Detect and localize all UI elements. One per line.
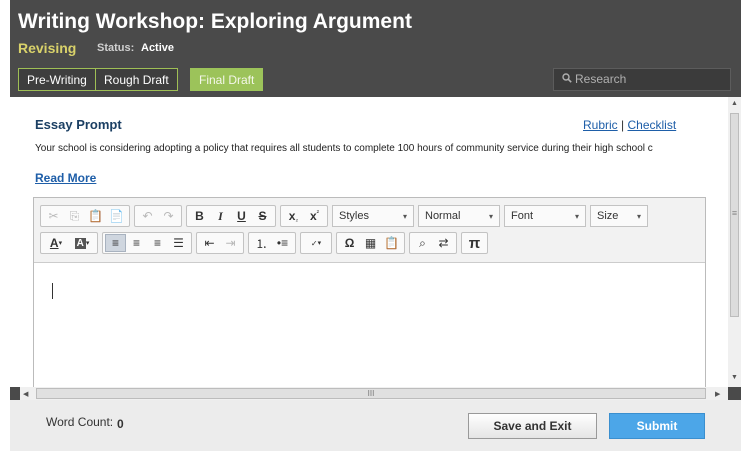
- editor-text-area[interactable]: [34, 262, 705, 387]
- bulleted-list-icon[interactable]: •≡: [272, 234, 293, 252]
- math-icon[interactable]: π: [464, 234, 485, 252]
- insert-group: Ω ▦ 📋: [336, 232, 405, 254]
- paste-word-icon[interactable]: 📋: [381, 234, 402, 252]
- format-dropdown[interactable]: Normal ▾: [418, 205, 500, 227]
- scroll-down-icon[interactable]: ▼: [731, 374, 738, 381]
- footer-bar: Word Count: 0 Save and Exit Submit: [10, 400, 741, 451]
- numbered-list-icon[interactable]: ⒈: [251, 234, 272, 252]
- rich-text-editor: ✂ ⎘ 📋 📄 ↶ ↷ B I U S x₂ x² Styles ▾ Norma…: [33, 197, 706, 387]
- scroll-up-icon[interactable]: ▲: [731, 100, 738, 107]
- grip-icon: III: [367, 389, 375, 398]
- align-center-icon[interactable]: ≡: [126, 234, 147, 252]
- chevron-down-icon: ▾: [574, 211, 579, 221]
- undo-icon[interactable]: ↶: [137, 207, 158, 225]
- redo-icon[interactable]: ↷: [158, 207, 179, 225]
- toolbar-row-2: A ▾ A ▾ ≡ ≡ ≡ ☰ ⇤ ⇥ ⒈ •≡ ✓ ▾ Ω ▦ 📋 ⌕ ⇄ π: [40, 231, 488, 255]
- math-group: π: [461, 232, 488, 254]
- indent-icon[interactable]: ⇥: [220, 234, 241, 252]
- grip-icon: ≡: [731, 208, 738, 218]
- special-character-icon[interactable]: Ω: [339, 234, 360, 252]
- vertical-scroll-thumb[interactable]: ≡: [730, 113, 739, 317]
- prompt-title: Essay Prompt: [35, 117, 122, 132]
- research-placeholder: Research: [575, 72, 627, 86]
- stage-label: Revising: [18, 40, 77, 56]
- basic-styles-group: B I U S: [186, 205, 276, 227]
- chevron-down-icon: ▾: [488, 211, 493, 221]
- paste-icon[interactable]: 📋: [85, 207, 106, 225]
- clipboard-group: ✂ ⎘ 📋 📄: [40, 205, 130, 227]
- chevron-down-icon: ▾: [636, 211, 641, 221]
- rubric-link[interactable]: Rubric: [583, 118, 618, 132]
- app-frame: Writing Workshop: Exploring Argument Rev…: [10, 0, 741, 451]
- chevron-down-icon: ▾: [402, 211, 407, 221]
- link-separator: |: [621, 118, 625, 132]
- text-caret: [52, 283, 53, 299]
- align-left-icon[interactable]: ≡: [105, 234, 126, 252]
- bold-button[interactable]: B: [189, 207, 210, 225]
- subscript-icon[interactable]: x₂: [283, 207, 304, 225]
- color-group: A ▾ A ▾: [40, 232, 98, 254]
- spellcheck-icon[interactable]: ✓ ▾: [303, 234, 329, 252]
- page-title: Writing Workshop: Exploring Argument: [18, 10, 412, 33]
- tab-pre-writing[interactable]: Pre-Writing: [18, 68, 96, 91]
- status-label: Status:: [97, 42, 135, 54]
- research-search[interactable]: Research: [553, 68, 731, 91]
- styles-dropdown[interactable]: Styles ▾: [332, 205, 414, 227]
- align-group: ≡ ≡ ≡ ☰: [102, 232, 192, 254]
- checklist-link[interactable]: Checklist: [628, 118, 677, 132]
- table-icon[interactable]: ▦: [360, 234, 381, 252]
- vertical-scrollbar[interactable]: ▲ ≡ ▼: [728, 97, 741, 387]
- script-group: x₂ x²: [280, 205, 328, 227]
- horizontal-scroll-thumb[interactable]: III: [36, 388, 706, 399]
- search-icon: [562, 69, 572, 90]
- read-more-link[interactable]: Read More: [35, 171, 96, 185]
- text-color-icon[interactable]: A ▾: [43, 234, 69, 252]
- align-justify-icon[interactable]: ☰: [168, 234, 189, 252]
- list-group: ⒈ •≡: [248, 232, 296, 254]
- underline-button[interactable]: U: [231, 207, 252, 225]
- word-count-label: Word Count:: [46, 415, 114, 429]
- replace-icon[interactable]: ⇄: [433, 234, 454, 252]
- outdent-icon[interactable]: ⇤: [199, 234, 220, 252]
- font-dropdown[interactable]: Font ▾: [504, 205, 586, 227]
- indent-group: ⇤ ⇥: [196, 232, 244, 254]
- italic-button[interactable]: I: [210, 207, 231, 225]
- history-group: ↶ ↷: [134, 205, 182, 227]
- status-value: Active: [141, 42, 175, 54]
- tab-rough-draft[interactable]: Rough Draft: [95, 68, 178, 91]
- save-and-exit-button[interactable]: Save and Exit: [468, 413, 597, 439]
- paste-text-icon[interactable]: 📄: [106, 207, 127, 225]
- scroll-right-icon[interactable]: ▶: [715, 390, 720, 398]
- toolbar-row-1: ✂ ⎘ 📋 📄 ↶ ↷ B I U S x₂ x² Styles ▾ Norma…: [40, 204, 648, 228]
- strikethrough-button[interactable]: S: [252, 207, 273, 225]
- horizontal-scrollbar[interactable]: ◀ III ▶: [20, 387, 728, 400]
- superscript-icon[interactable]: x²: [304, 207, 325, 225]
- align-right-icon[interactable]: ≡: [147, 234, 168, 252]
- submit-button[interactable]: Submit: [609, 413, 705, 439]
- spellcheck-group: ✓ ▾: [300, 232, 332, 254]
- scroll-left-icon[interactable]: ◀: [23, 390, 28, 398]
- find-group: ⌕ ⇄: [409, 232, 457, 254]
- prompt-links: Rubric | Checklist: [583, 118, 676, 132]
- word-count-value: 0: [117, 417, 124, 431]
- size-dropdown[interactable]: Size ▾: [590, 205, 648, 227]
- background-color-icon[interactable]: A ▾: [69, 234, 95, 252]
- prompt-text: Your school is considering adopting a po…: [35, 143, 653, 154]
- copy-icon[interactable]: ⎘: [64, 207, 85, 225]
- find-icon[interactable]: ⌕: [412, 234, 433, 252]
- tab-final-draft[interactable]: Final Draft: [190, 68, 264, 91]
- content-panel: Essay Prompt Rubric | Checklist Your sch…: [10, 97, 741, 387]
- cut-icon[interactable]: ✂: [43, 207, 64, 225]
